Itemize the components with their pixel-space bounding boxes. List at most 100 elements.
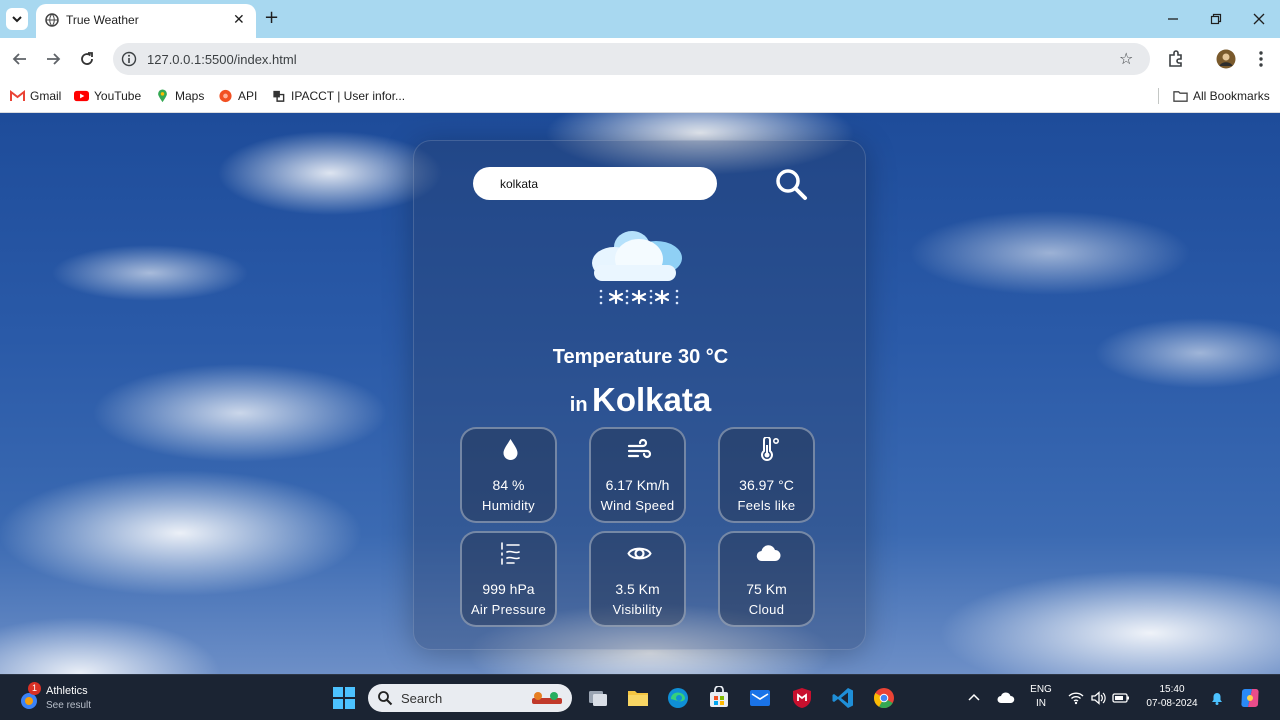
- bookmarks-bar: Gmail YouTube Maps API IPACCT | User inf…: [0, 80, 1280, 113]
- arrow-left-icon: [12, 53, 26, 65]
- copilot-icon[interactable]: [1238, 686, 1262, 710]
- browser-tab-active[interactable]: True Weather ✕: [36, 4, 256, 38]
- api-icon: [219, 89, 232, 103]
- close-window-button[interactable]: [1248, 8, 1270, 30]
- language-indicator[interactable]: ENG IN: [1026, 684, 1056, 709]
- wifi-icon[interactable]: [1068, 690, 1084, 706]
- bookmark-label: YouTube: [94, 89, 142, 103]
- date-label: 07-08-2024: [1146, 698, 1198, 709]
- back-button[interactable]: [9, 48, 31, 70]
- search-highlight-icon: [532, 692, 562, 704]
- widget-badge: 1: [28, 682, 41, 695]
- browser-toolbar: 127.0.0.1:5500/index.html ☆: [0, 38, 1280, 80]
- volume-icon[interactable]: [1090, 690, 1106, 706]
- wind-card: 6.17 Km/h Wind Speed: [589, 427, 686, 523]
- vscode-icon[interactable]: [831, 686, 855, 710]
- region-label: IN: [1036, 698, 1046, 709]
- address-bar[interactable]: 127.0.0.1:5500/index.html ☆: [113, 43, 1150, 75]
- minimize-button[interactable]: [1162, 8, 1184, 30]
- page-background: Temperature 30 °C in Kolkata 84 % Humidi…: [0, 113, 1280, 674]
- visibility-card: 3.5 Km Visibility: [589, 531, 686, 627]
- tab-search-button[interactable]: [6, 8, 28, 30]
- bookmark-api[interactable]: API: [218, 87, 257, 105]
- city-name: Kolkata: [592, 381, 712, 418]
- search-icon: [378, 691, 393, 706]
- folder-icon: [1173, 91, 1188, 102]
- onedrive-cloud-icon[interactable]: [996, 688, 1016, 708]
- notification-bell-icon[interactable]: [1210, 690, 1224, 706]
- language-label: ENG: [1030, 684, 1052, 695]
- wind-speed-label: Wind Speed: [600, 498, 675, 513]
- minimize-icon: [1168, 18, 1178, 20]
- clock[interactable]: 15:40 07-08-2024: [1140, 684, 1204, 709]
- city-prefix: in: [569, 394, 588, 416]
- feels-like-value: 36.97 °C: [739, 477, 794, 493]
- visibility-label: Visibility: [612, 602, 663, 617]
- feels-like-label: Feels like: [737, 498, 796, 513]
- city-search-input[interactable]: [473, 167, 717, 200]
- feels-like-card: 36.97 °C Feels like: [718, 427, 815, 523]
- bookmark-gmail[interactable]: Gmail: [10, 87, 61, 105]
- avatar[interactable]: [1216, 49, 1236, 69]
- taskbar-search-label: Search: [401, 691, 443, 706]
- wind-speed-value: 6.17 Km/h: [605, 477, 670, 493]
- chevron-up-icon[interactable]: [966, 690, 982, 706]
- kebab-menu-icon[interactable]: [1251, 49, 1271, 69]
- bookmark-ipacct[interactable]: IPACCT | User infor...: [271, 87, 405, 105]
- reload-button[interactable]: [76, 48, 98, 70]
- close-tab-icon[interactable]: ✕: [233, 12, 245, 28]
- chevron-down-icon: [12, 16, 22, 23]
- all-bookmarks-button[interactable]: All Bookmarks: [1173, 87, 1270, 105]
- city-heading: in Kolkata: [414, 381, 867, 419]
- eye-icon: [627, 547, 652, 560]
- new-tab-button[interactable]: +: [264, 8, 279, 28]
- windows-taskbar: 1 Athletics See result Search ENG IN 15:…: [0, 674, 1280, 720]
- bookmark-maps[interactable]: Maps: [155, 87, 204, 105]
- visibility-value: 3.5 Km: [615, 581, 660, 597]
- forward-button[interactable]: [42, 48, 64, 70]
- browser-tab-bar: True Weather ✕ +: [0, 0, 1280, 38]
- bookmark-label: Gmail: [30, 89, 62, 103]
- mcafee-icon[interactable]: [790, 686, 814, 710]
- youtube-icon: [74, 90, 89, 102]
- widget-title: Athletics: [46, 685, 88, 697]
- bookmark-youtube[interactable]: YouTube: [74, 87, 141, 105]
- mail-app-icon[interactable]: [748, 686, 772, 710]
- maps-icon: [158, 89, 167, 103]
- humidity-card: 84 % Humidity: [460, 427, 557, 523]
- search-icon[interactable]: [773, 166, 809, 202]
- cloud-card: 75 Km Cloud: [718, 531, 815, 627]
- widget-subtitle: See result: [46, 700, 92, 711]
- air-pressure-value: 999 hPa: [482, 581, 535, 597]
- wind-icon: [627, 438, 652, 459]
- restore-button[interactable]: [1205, 8, 1227, 30]
- microsoft-store-icon[interactable]: [707, 686, 731, 710]
- cloud-snow-icon: [592, 231, 682, 305]
- task-view-icon[interactable]: [586, 686, 610, 710]
- tab-title: True Weather: [66, 13, 139, 27]
- globe-icon: [45, 13, 59, 27]
- news-widget[interactable]: 1 Athletics See result: [18, 682, 128, 714]
- arrow-right-icon: [47, 53, 61, 65]
- chrome-icon[interactable]: [872, 686, 896, 710]
- humidity-value: 84 %: [492, 477, 525, 493]
- edge-browser-icon[interactable]: [666, 686, 690, 710]
- air-pressure-label: Air Pressure: [470, 602, 547, 617]
- restore-icon: [1210, 13, 1222, 25]
- windows-start-icon[interactable]: [332, 686, 356, 710]
- air-pressure-card: 999 hPa Air Pressure: [460, 531, 557, 627]
- humidity-drop-icon: [503, 439, 518, 460]
- bookmark-star-icon[interactable]: ☆: [1119, 49, 1133, 68]
- bookmark-label: Maps: [175, 89, 205, 103]
- taskbar-search[interactable]: Search: [368, 684, 572, 712]
- time-label: 15:40: [1159, 684, 1185, 695]
- reload-icon: [81, 52, 93, 65]
- battery-icon[interactable]: [1112, 690, 1130, 706]
- info-icon[interactable]: [121, 51, 137, 67]
- bookmark-label: IPACCT | User infor...: [291, 89, 406, 103]
- thermometer-icon: [761, 437, 779, 461]
- humidity-label: Humidity: [482, 498, 535, 513]
- ipacct-icon: [273, 90, 285, 102]
- extensions-icon[interactable]: [1166, 49, 1186, 69]
- file-explorer-icon[interactable]: [626, 686, 650, 710]
